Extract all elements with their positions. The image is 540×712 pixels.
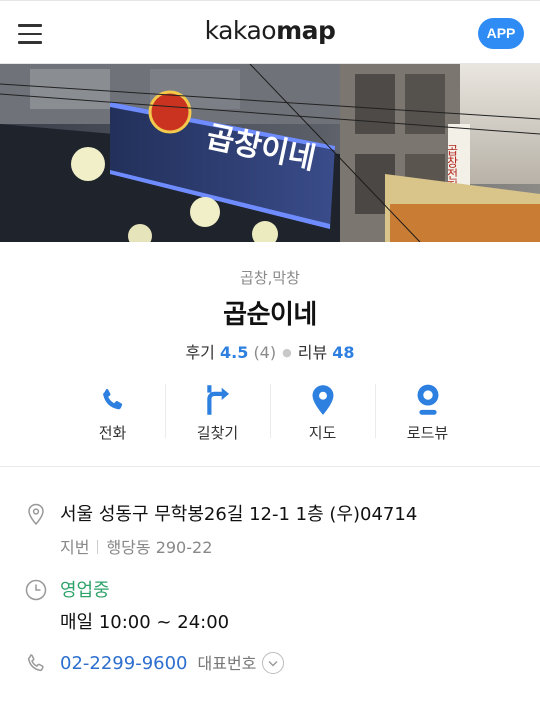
blog-review-count[interactable]: 48 (332, 343, 354, 362)
directions-button[interactable]: 길찾기 (165, 382, 270, 442)
roadview-button[interactable]: 로드뷰 (375, 382, 480, 442)
directions-icon (206, 385, 229, 415)
place-photo[interactable]: 곱창이네 곱창전집 (0, 64, 540, 242)
map-button[interactable]: 지도 (270, 382, 375, 442)
road-address[interactable]: 서울 성동구 무학봉26길 12-1 1층 (우)04714 (60, 500, 520, 526)
lot-address: 행당동 290-22 (106, 538, 213, 557)
place-category: 곱창,막창 (240, 269, 300, 287)
phone-number-link[interactable]: 02-2299-9600 (60, 653, 188, 674)
clock-icon (25, 579, 47, 601)
open-status: 영업중 (60, 580, 110, 601)
review-label: 후기 (185, 343, 215, 362)
lot-address-label: 지번 (60, 538, 90, 557)
blog-review-label: 리뷰 (297, 343, 328, 362)
business-hours: 매일 10:00 ~ 24:00 (60, 612, 230, 633)
map-label: 지도 (308, 424, 337, 442)
open-app-button[interactable]: APP (478, 18, 524, 49)
phone-outline-icon (28, 654, 44, 672)
section-divider (0, 466, 540, 467)
separator-dot: ● (282, 346, 292, 359)
lot-separator (97, 540, 99, 554)
review-count: (4) (253, 343, 277, 362)
place-summary: 곱창,막창 곱순이네 후기 4.5 (4) ● 리뷰 48 (0, 242, 540, 363)
lot-address-line: 지번 행당동 290-22 (60, 534, 520, 558)
top-bar: kakaomap APP (0, 0, 540, 64)
logo-text-map: map (276, 16, 336, 45)
location-pin-icon (28, 503, 44, 526)
call-button[interactable]: 전화 (60, 382, 165, 442)
roadview-icon (417, 384, 438, 415)
call-label: 전화 (98, 424, 127, 442)
action-bar: 전화 길찾기 지도 로드뷰 (60, 382, 480, 442)
place-title: 곱순이네 (223, 300, 317, 330)
expand-phone-button[interactable] (262, 652, 285, 674)
logo-text-kakao: kakao (204, 16, 277, 45)
review-score[interactable]: 4.5 (220, 343, 248, 362)
kakaomap-logo[interactable]: kakaomap (0, 16, 540, 45)
rating-summary: 후기 4.5 (4) ● 리뷰 48 (0, 339, 540, 363)
roadview-label: 로드뷰 (406, 424, 449, 442)
map-pin-icon (312, 385, 333, 415)
phone-icon (102, 388, 122, 410)
directions-label: 길찾기 (196, 424, 239, 442)
phone-type-label: 대표번호 (197, 654, 257, 673)
chevron-down-icon (268, 661, 278, 667)
